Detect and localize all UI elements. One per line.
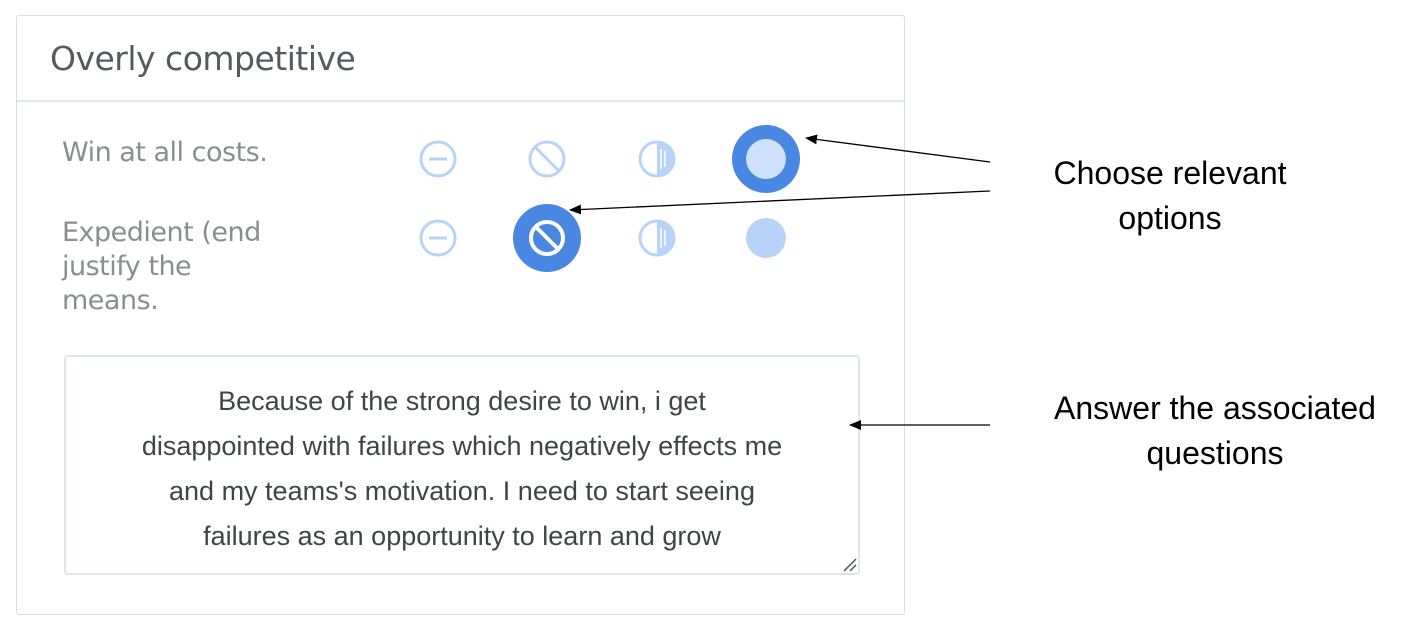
- no-entry-icon: [529, 220, 565, 256]
- row1-option-no-entry[interactable]: [525, 137, 569, 181]
- annotation-choose-options: Choose relevant options: [1053, 155, 1287, 236]
- minus-circle-icon: [419, 219, 457, 257]
- minus-circle-icon: [419, 140, 457, 178]
- half-circle-icon: [638, 219, 676, 257]
- answer-textarea[interactable]: Because of the strong desire to win, i g…: [64, 355, 860, 575]
- annotation-answer-questions: Answer the associated questions: [1054, 390, 1376, 471]
- row1-option-minus-circle[interactable]: [416, 137, 460, 181]
- resize-handle-icon[interactable]: [840, 555, 858, 573]
- row2-option-no-entry-selected[interactable]: [513, 204, 581, 272]
- row2-option-full-circle[interactable]: [744, 216, 788, 260]
- card-title: Overly competitive: [50, 38, 356, 78]
- no-entry-icon: [528, 140, 566, 178]
- row1-option-half-circle[interactable]: [635, 137, 679, 181]
- half-circle-icon: [638, 140, 676, 178]
- row2-option-minus-circle[interactable]: [416, 216, 460, 260]
- card-header: Overly competitive: [17, 16, 904, 102]
- row-label-expedient: Expedient (end justify the means.: [62, 217, 261, 316]
- row2-option-half-circle[interactable]: [635, 216, 679, 260]
- row1-option-full-circle-selected[interactable]: [732, 125, 800, 193]
- full-circle-icon: [746, 218, 786, 258]
- question-card: Overly competitive Win at all costs. Exp…: [16, 15, 905, 615]
- full-circle-icon: [746, 139, 786, 179]
- row-label-win-at-all-costs: Win at all costs.: [62, 137, 268, 168]
